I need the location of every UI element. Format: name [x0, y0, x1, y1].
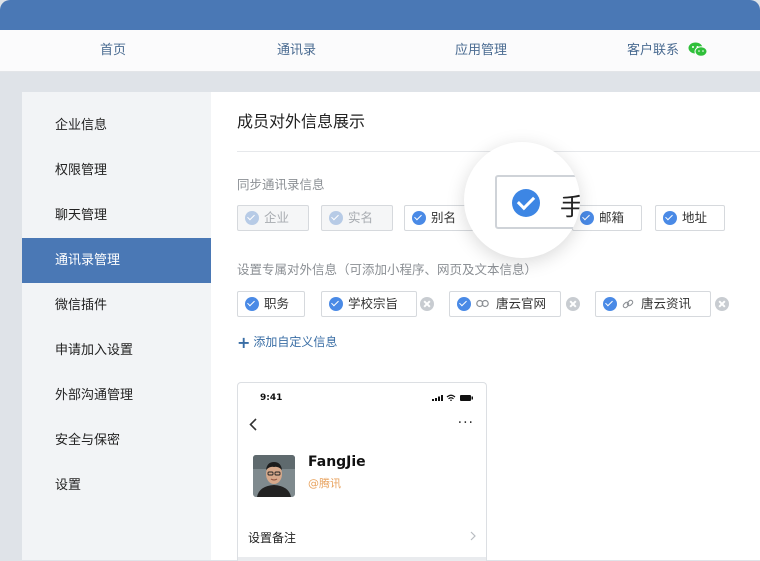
nav-apps[interactable]: 应用管理 — [455, 30, 507, 71]
plus-icon: + — [237, 333, 251, 352]
check-icon — [245, 211, 259, 225]
sync-section-label: 同步通讯录信息 — [237, 177, 325, 192]
remove-school-motto-icon[interactable] — [420, 297, 434, 311]
phone-preview: 9:41 ··· FangJie @腾讯 设置备注 — [237, 382, 487, 561]
check-icon — [580, 211, 594, 225]
phone-time: 9:41 — [260, 393, 283, 403]
phone-bottom-bar — [238, 557, 486, 561]
magnified-tag-label: 手 — [560, 193, 580, 221]
nav-customer-contact-label: 客户联系 — [627, 43, 680, 58]
link-icon — [476, 299, 489, 308]
more-icon[interactable]: ··· — [458, 416, 474, 430]
nav-customer-contact[interactable]: 客户联系 — [627, 30, 708, 71]
tag-position[interactable]: 职务 — [237, 291, 305, 317]
nav-contacts[interactable]: 通讯录 — [277, 30, 316, 71]
remove-official-site-icon[interactable] — [566, 297, 580, 311]
page-title: 成员对外信息展示 — [237, 112, 366, 131]
sidebar-item-contacts-management[interactable]: 通讯录管理 — [22, 238, 211, 283]
tag-real-name: 实名 — [321, 205, 393, 231]
sidebar-item-join-settings[interactable]: 申请加入设置 — [22, 328, 211, 373]
back-icon[interactable] — [249, 418, 257, 431]
link-icon — [622, 299, 634, 308]
check-icon — [603, 297, 617, 311]
sidebar: 企业信息 权限管理 聊天管理 通讯录管理 微信插件 申请加入设置 外部沟通管理 … — [22, 92, 211, 560]
add-custom-info-link[interactable]: + 添加自定义信息 — [237, 333, 337, 352]
tag-label: 企业 — [264, 210, 290, 225]
magnified-tag-phone: 手 — [495, 175, 580, 229]
avatar — [253, 455, 295, 497]
remove-news-icon[interactable] — [715, 297, 729, 311]
tag-official-site[interactable]: 唐云官网 — [449, 291, 561, 317]
check-icon — [329, 297, 343, 311]
custom-section-label: 设置专属对外信息（可添加小程序、网页及文本信息） — [237, 262, 538, 277]
check-icon — [412, 211, 426, 225]
check-icon — [512, 189, 540, 217]
nav-home[interactable]: 首页 — [100, 30, 126, 71]
tag-company: 企业 — [237, 205, 309, 231]
sidebar-item-chat-management[interactable]: 聊天管理 — [22, 193, 211, 238]
check-icon — [329, 211, 343, 225]
check-icon — [663, 211, 677, 225]
check-icon — [245, 297, 259, 311]
tag-news[interactable]: 唐云资讯 — [595, 291, 711, 317]
window-top-bar — [0, 0, 760, 30]
wechat-icon — [688, 42, 708, 57]
chevron-right-icon — [470, 531, 476, 541]
tag-label: 邮箱 — [599, 210, 625, 225]
tag-label: 学校宗旨 — [348, 296, 399, 311]
tag-label: 唐云资讯 — [640, 296, 691, 311]
contact-name: FangJie — [308, 454, 366, 470]
set-remark-row[interactable]: 设置备注 — [248, 529, 296, 546]
tag-address[interactable]: 地址 — [655, 205, 725, 231]
add-custom-info-label: 添加自定义信息 — [253, 335, 338, 349]
check-icon — [457, 297, 471, 311]
tag-label: 别名 — [431, 210, 457, 225]
tag-email[interactable]: 邮箱 — [572, 205, 642, 231]
contact-org: @腾讯 — [308, 477, 341, 490]
top-nav: 首页 通讯录 应用管理 客户联系 — [0, 30, 760, 72]
tag-label: 实名 — [348, 210, 374, 225]
sidebar-item-wechat-plugin[interactable]: 微信插件 — [22, 283, 211, 328]
sidebar-item-permissions[interactable]: 权限管理 — [22, 148, 211, 193]
tag-label: 唐云官网 — [495, 296, 546, 311]
status-icons — [432, 394, 473, 401]
tag-label: 地址 — [682, 210, 708, 225]
sidebar-item-external-communication[interactable]: 外部沟通管理 — [22, 373, 211, 418]
sidebar-item-security[interactable]: 安全与保密 — [22, 418, 211, 463]
sidebar-item-company-info[interactable]: 企业信息 — [22, 103, 211, 148]
tag-label: 职务 — [264, 296, 290, 311]
tag-school-motto[interactable]: 学校宗旨 — [321, 291, 417, 317]
magnifier-callout: 手 — [464, 142, 580, 258]
sidebar-item-settings[interactable]: 设置 — [22, 463, 211, 508]
